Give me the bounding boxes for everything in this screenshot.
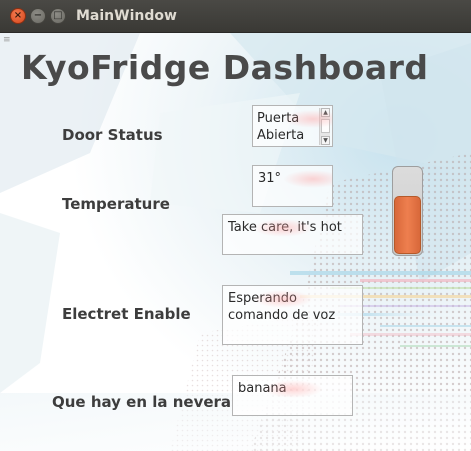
dashboard-title: KyoFridge Dashboard	[21, 48, 429, 87]
window-title: MainWindow	[76, 8, 177, 24]
temperature-value-field[interactable]: 31°	[252, 165, 333, 207]
scroll-up-arrow-icon[interactable]: ▲	[321, 108, 330, 117]
close-icon[interactable]: ×	[10, 8, 26, 24]
minimize-icon[interactable]: −	[30, 8, 46, 24]
door-status-field[interactable]: Puerta Abierta ▲ ▼	[252, 105, 333, 147]
door-status-line2: Abierta	[257, 128, 305, 143]
door-status-label: Door Status	[62, 126, 163, 144]
electret-status-field[interactable]: Esperando comando de voz	[222, 285, 363, 345]
door-status-scrollbar[interactable]: ▲ ▼	[319, 108, 330, 145]
nevera-label: Que hay en la nevera	[52, 393, 232, 411]
main-window-client: ≡ KyoFridge Dashboard Door Status Puerta…	[0, 33, 471, 451]
temperature-level-fill	[394, 196, 421, 254]
temperature-label: Temperature	[62, 195, 170, 213]
temperature-level-bar	[392, 166, 423, 256]
scroll-handle[interactable]	[321, 119, 330, 133]
maximize-icon[interactable]: □	[50, 8, 66, 24]
door-status-line1: Puerta	[257, 111, 300, 126]
electret-enable-label: Electret Enable	[62, 305, 191, 323]
temperature-message-field[interactable]: Take care, it's hot	[222, 214, 363, 255]
nevera-content-field[interactable]: banana	[232, 375, 353, 416]
scroll-down-arrow-icon[interactable]: ▼	[321, 136, 330, 145]
menu-grip-icon: ≡	[3, 35, 11, 45]
window-titlebar[interactable]: × − □ MainWindow	[0, 0, 471, 33]
